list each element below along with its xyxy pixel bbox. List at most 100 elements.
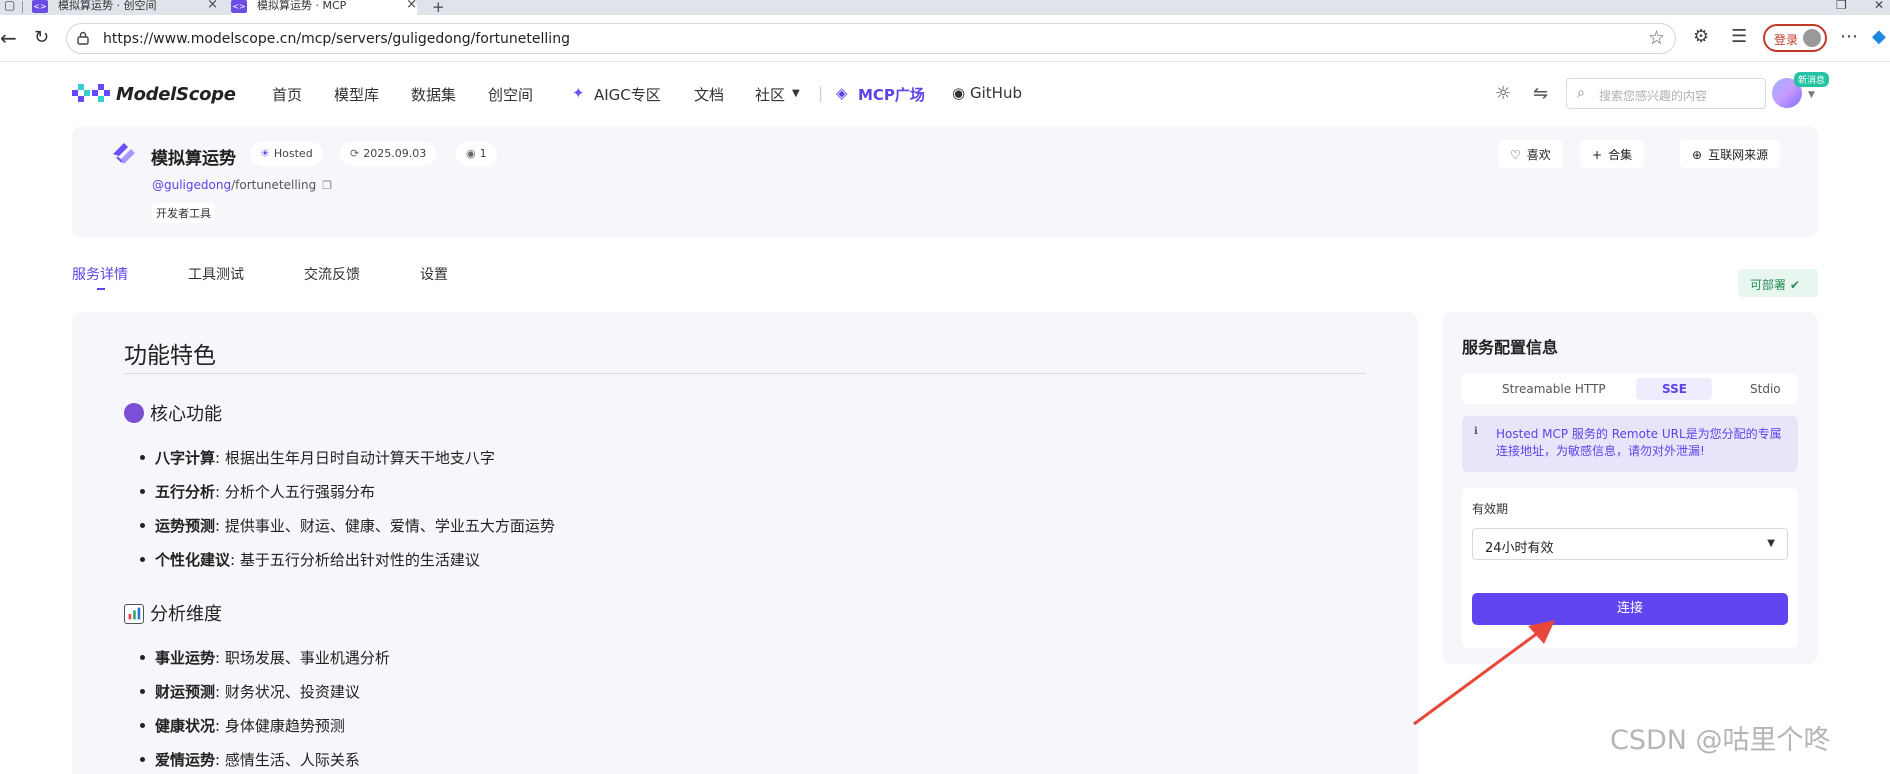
address-bar[interactable]: https://www.modelscope.cn/mcp/servers/gu… (66, 23, 1676, 54)
tab-separator (22, 1, 23, 13)
new-tab-button[interactable]: + (432, 0, 445, 16)
segment-sse[interactable]: SSE (1662, 382, 1687, 396)
item-term: 财运预测 (155, 683, 216, 701)
server-header-card: 模拟算运势 ☀ Hosted ⟳ 2025.09.03 ◉ 1 @guligedong… (72, 126, 1818, 238)
item-desc: : 提供事业、财运、健康、爱情、学业五大方面运势 (215, 517, 555, 535)
favorite-star-icon[interactable]: ☆ (1648, 27, 1665, 49)
annotation-arrow-icon (1413, 620, 1555, 726)
hosted-label: Hosted (273, 147, 313, 160)
tab-service-details[interactable]: 服务详情 (72, 264, 128, 284)
browser-tab-1[interactable]: <> 模拟算运势 · 创空间 × (32, 0, 218, 15)
more-menu-icon[interactable]: ⋯ (1840, 27, 1858, 47)
remote-url-notice: ℹ Hosted MCP 服务的 Remote URL是为您分配的专属连接地址，… (1462, 416, 1798, 472)
section-title: 分析维度 (150, 604, 222, 625)
new-message-badge[interactable]: 新消息 (1794, 72, 1830, 87)
login-label: 登录 (1774, 33, 1799, 47)
back-icon[interactable]: ← (0, 28, 17, 48)
heart-icon: ♡ (1510, 148, 1521, 162)
nav-community[interactable]: 社区 (755, 84, 785, 105)
plus-icon: + (1592, 148, 1603, 162)
nav-github[interactable]: GitHub (970, 84, 1022, 102)
browser-tab-strip: ▢ <> 模拟算运势 · 创空间 × <> 模拟算运势 · MCP × + ❐ … (0, 0, 1890, 16)
list-item: 五行分析: 分析个人五行强弱分布 (140, 481, 375, 502)
item-desc: : 分析个人五行强弱分布 (215, 483, 375, 501)
like-label: 喜欢 (1526, 148, 1551, 162)
item-term: 爱情运势 (155, 751, 216, 769)
theme-sun-icon[interactable]: ☼ (1495, 83, 1511, 104)
caret-down-icon[interactable]: ▼ (1808, 90, 1815, 100)
sun-icon: ☀ (260, 147, 270, 160)
list-item: 爱情运势: 感情生活、人际关系 (140, 749, 360, 770)
modelscope-logo-icon (72, 84, 110, 102)
section-heading: 核心功能 (124, 400, 222, 426)
modelscope-favicon-icon: <> (231, 0, 247, 13)
transport-segmented-control: Streamable HTTP SSE Stdio (1462, 374, 1798, 404)
like-button[interactable]: ♡ 喜欢 (1498, 140, 1563, 168)
chevron-down-icon[interactable]: ▼ (792, 88, 800, 99)
check-icon: ✔ (1789, 278, 1800, 292)
item-term: 健康状况 (155, 717, 216, 735)
list-item: 运势预测: 提供事业、财运、健康、爱情、学业五大方面运势 (140, 515, 555, 536)
tab-actions-icon[interactable]: ▢ (4, 0, 15, 12)
segment-streamable-http[interactable]: Streamable HTTP (1502, 382, 1606, 396)
section-title: 核心功能 (150, 404, 222, 425)
csdn-watermark: CSDN @咕里个咚 (1610, 725, 1831, 756)
views-badge: ◉ 1 (456, 142, 497, 166)
tab-feedback[interactable]: 交流反馈 (304, 264, 360, 284)
nav-docs[interactable]: 文档 (694, 84, 724, 105)
nav-datasets[interactable]: 数据集 (411, 84, 456, 105)
site-search-input[interactable]: ⌕ 搜索您感兴趣的内容 (1566, 78, 1766, 109)
info-icon: ℹ (1474, 426, 1478, 437)
nav-mcp[interactable]: MCP广场 (858, 84, 925, 105)
nav-divider: | (818, 84, 824, 102)
nav-aigc[interactable]: AIGC专区 (594, 84, 661, 105)
diamond-icon: ◈ (836, 84, 848, 102)
category-tag[interactable]: 开发者工具 (152, 203, 215, 223)
copy-icon[interactable]: ❐ (322, 179, 332, 192)
tab-settings[interactable]: 设置 (420, 264, 448, 284)
collection-label: 合集 (1608, 148, 1633, 162)
extensions-icon[interactable]: ⚙ (1693, 27, 1709, 47)
browser-login-button[interactable]: 登录 (1763, 24, 1827, 52)
refresh-icon[interactable]: ↻ (34, 28, 49, 48)
url-text[interactable]: https://www.modelscope.cn/mcp/servers/gu… (103, 31, 570, 47)
mcp-server-logo-icon (113, 143, 135, 164)
active-tab-indicator (97, 288, 105, 290)
service-details-panel: 功能特色 核心功能 八字计算: 根据出生年月日时自动计算天干地支八字 五行分析:… (72, 312, 1418, 774)
item-desc: : 根据出生年月日时自动计算天干地支八字 (215, 449, 495, 467)
logo-text: ModelScope (116, 84, 236, 105)
segment-stdio[interactable]: Stdio (1750, 382, 1781, 396)
translate-icon[interactable]: ⇋ (1533, 83, 1548, 104)
copilot-icon[interactable]: ◆ (1872, 27, 1886, 47)
close-tab-icon[interactable]: × (406, 0, 417, 11)
site-header: ModelScope 首页 模型库 数据集 创空间 ✦ AIGC专区 文档 社区… (0, 62, 1890, 126)
repo-name: /fortunetelling (231, 178, 317, 192)
tab-tool-test[interactable]: 工具测试 (188, 264, 244, 284)
hosted-badge: ☀ Hosted (250, 142, 323, 166)
item-desc: : 身体健康趋势预测 (215, 717, 345, 735)
owner-link[interactable]: @guligedong (152, 178, 231, 192)
owner-path: @guligedong/fortunetelling ❐ (152, 178, 332, 192)
nav-studios[interactable]: 创空间 (488, 84, 533, 105)
lock-icon (77, 31, 89, 45)
internet-source-button[interactable]: ⊕ 互联网来源 (1680, 140, 1781, 168)
favorites-icon[interactable]: ☰ (1731, 27, 1747, 47)
browser-tab-2[interactable]: <> 模拟算运势 · MCP × (231, 0, 417, 15)
nav-home[interactable]: 首页 (272, 84, 302, 105)
close-window-icon[interactable]: ✕ (1874, 0, 1884, 12)
nav-models[interactable]: 模型库 (334, 84, 379, 105)
item-desc: : 职场发展、事业机遇分析 (215, 649, 390, 667)
list-item: 健康状况: 身体健康趋势预测 (140, 715, 345, 736)
restore-window-icon[interactable]: ❐ (1836, 0, 1847, 12)
validity-select[interactable]: 24小时有效 ▼ (1472, 528, 1788, 560)
item-desc: : 感情生活、人际关系 (215, 751, 360, 769)
views-count: 1 (479, 147, 487, 160)
heading-divider (124, 373, 1366, 374)
item-term: 运势预测 (155, 517, 216, 535)
crystal-ball-icon (124, 403, 144, 423)
close-tab-icon[interactable]: × (207, 0, 218, 11)
server-title: 模拟算运势 (151, 149, 236, 169)
modelscope-favicon-icon: <> (32, 0, 48, 13)
updated-date-badge: ⟳ 2025.09.03 (340, 142, 437, 166)
add-to-collection-button[interactable]: + 合集 (1580, 140, 1645, 168)
